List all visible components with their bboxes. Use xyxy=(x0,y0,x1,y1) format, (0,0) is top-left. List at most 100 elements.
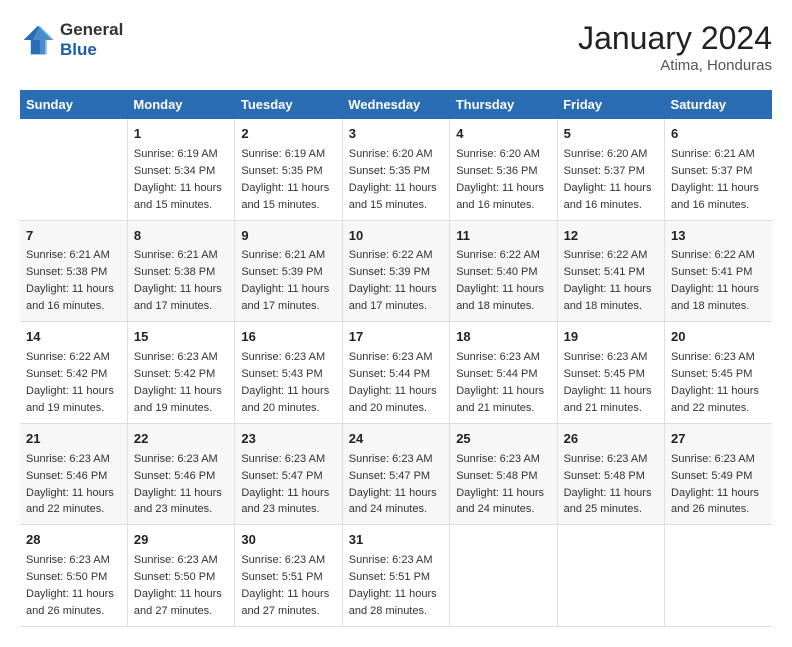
calendar-cell xyxy=(20,119,127,220)
day-number: 2 xyxy=(241,125,335,144)
cell-details: Sunrise: 6:23 AMSunset: 5:51 PMDaylight:… xyxy=(349,554,437,617)
month-year: January 2024 xyxy=(578,20,772,57)
cell-details: Sunrise: 6:21 AMSunset: 5:38 PMDaylight:… xyxy=(26,249,114,312)
calendar-cell: 31Sunrise: 6:23 AMSunset: 5:51 PMDayligh… xyxy=(342,525,449,627)
day-number: 10 xyxy=(349,227,443,246)
col-tuesday: Tuesday xyxy=(235,90,342,119)
calendar-body: 1 Sunrise: 6:19 AMSunset: 5:34 PMDaylight… xyxy=(20,119,772,626)
cell-details: Sunrise: 6:23 AMSunset: 5:50 PMDaylight:… xyxy=(26,554,114,617)
cell-details: Sunrise: 6:23 AMSunset: 5:50 PMDaylight:… xyxy=(134,554,222,617)
day-number: 14 xyxy=(26,328,121,347)
cell-details: Sunrise: 6:23 AMSunset: 5:42 PMDaylight:… xyxy=(134,351,222,414)
calendar-cell: 15Sunrise: 6:23 AMSunset: 5:42 PMDayligh… xyxy=(127,322,234,424)
cell-details: Sunrise: 6:20 AMSunset: 5:37 PMDaylight:… xyxy=(564,148,652,211)
calendar-header: Sunday Monday Tuesday Wednesday Thursday… xyxy=(20,90,772,119)
day-number: 1 xyxy=(134,125,228,144)
cell-details: Sunrise: 6:23 AMSunset: 5:46 PMDaylight:… xyxy=(134,453,222,516)
day-number: 26 xyxy=(564,430,658,449)
calendar-cell: 10 Sunrise: 6:22 AMSunset: 5:39 PMDayligh… xyxy=(342,220,449,322)
calendar-cell: 5 Sunrise: 6:20 AMSunset: 5:37 PMDaylight… xyxy=(557,119,664,220)
day-number: 4 xyxy=(456,125,550,144)
calendar-cell: 17 Sunrise: 6:23 AMSunset: 5:44 PMDayligh… xyxy=(342,322,449,424)
calendar-cell: 7 Sunrise: 6:21 AMSunset: 5:38 PMDaylight… xyxy=(20,220,127,322)
cell-details: Sunrise: 6:23 AMSunset: 5:47 PMDaylight:… xyxy=(241,453,329,516)
day-number: 28 xyxy=(26,531,121,550)
day-number: 6 xyxy=(671,125,766,144)
day-number: 30 xyxy=(241,531,335,550)
cell-details: Sunrise: 6:21 AMSunset: 5:38 PMDaylight:… xyxy=(134,249,222,312)
cell-details: Sunrise: 6:23 AMSunset: 5:49 PMDaylight:… xyxy=(671,453,759,516)
calendar-cell: 27Sunrise: 6:23 AMSunset: 5:49 PMDayligh… xyxy=(665,423,772,525)
col-monday: Monday xyxy=(127,90,234,119)
calendar-cell: 29 Sunrise: 6:23 AMSunset: 5:50 PMDayligh… xyxy=(127,525,234,627)
day-number: 17 xyxy=(349,328,443,347)
calendar-cell: 12Sunrise: 6:22 AMSunset: 5:41 PMDayligh… xyxy=(557,220,664,322)
day-number: 18 xyxy=(456,328,550,347)
cell-details: Sunrise: 6:22 AMSunset: 5:40 PMDaylight:… xyxy=(456,249,544,312)
day-number: 8 xyxy=(134,227,228,246)
day-number: 29 xyxy=(134,531,228,550)
calendar-row-5: 28 Sunrise: 6:23 AMSunset: 5:50 PMDayligh… xyxy=(20,525,772,627)
header-row: Sunday Monday Tuesday Wednesday Thursday… xyxy=(20,90,772,119)
cell-details: Sunrise: 6:23 AMSunset: 5:45 PMDaylight:… xyxy=(671,351,759,414)
cell-details: Sunrise: 6:23 AMSunset: 5:43 PMDaylight:… xyxy=(241,351,329,414)
calendar-cell: 23 Sunrise: 6:23 AMSunset: 5:47 PMDayligh… xyxy=(235,423,342,525)
calendar-cell: 13Sunrise: 6:22 AMSunset: 5:41 PMDayligh… xyxy=(665,220,772,322)
calendar-cell: 25Sunrise: 6:23 AMSunset: 5:48 PMDayligh… xyxy=(450,423,557,525)
calendar-cell: 20 Sunrise: 6:23 AMSunset: 5:45 PMDayligh… xyxy=(665,322,772,424)
day-number: 16 xyxy=(241,328,335,347)
calendar-cell: 3Sunrise: 6:20 AMSunset: 5:35 PMDaylight… xyxy=(342,119,449,220)
calendar-row-2: 7 Sunrise: 6:21 AMSunset: 5:38 PMDaylight… xyxy=(20,220,772,322)
calendar-cell xyxy=(665,525,772,627)
cell-details: Sunrise: 6:22 AMSunset: 5:41 PMDaylight:… xyxy=(671,249,759,312)
logo-text: General Blue xyxy=(60,20,123,59)
logo-blue: Blue xyxy=(60,40,97,59)
calendar-cell: 30Sunrise: 6:23 AMSunset: 5:51 PMDayligh… xyxy=(235,525,342,627)
col-sunday: Sunday xyxy=(20,90,127,119)
calendar-cell: 2 Sunrise: 6:19 AMSunset: 5:35 PMDaylight… xyxy=(235,119,342,220)
calendar-cell: 19 Sunrise: 6:23 AMSunset: 5:45 PMDayligh… xyxy=(557,322,664,424)
location: Atima, Honduras xyxy=(578,57,772,74)
col-saturday: Saturday xyxy=(665,90,772,119)
cell-details: Sunrise: 6:20 AMSunset: 5:36 PMDaylight:… xyxy=(456,148,544,211)
calendar-cell: 8 Sunrise: 6:21 AMSunset: 5:38 PMDaylight… xyxy=(127,220,234,322)
day-number: 21 xyxy=(26,430,121,449)
calendar-cell: 9Sunrise: 6:21 AMSunset: 5:39 PMDaylight… xyxy=(235,220,342,322)
day-number: 9 xyxy=(241,227,335,246)
day-number: 3 xyxy=(349,125,443,144)
cell-details: Sunrise: 6:23 AMSunset: 5:45 PMDaylight:… xyxy=(564,351,652,414)
calendar-cell: 18 Sunrise: 6:23 AMSunset: 5:44 PMDayligh… xyxy=(450,322,557,424)
day-number: 7 xyxy=(26,227,121,246)
day-number: 25 xyxy=(456,430,550,449)
calendar-cell: 4 Sunrise: 6:20 AMSunset: 5:36 PMDaylight… xyxy=(450,119,557,220)
calendar-cell: 6Sunrise: 6:21 AMSunset: 5:37 PMDaylight… xyxy=(665,119,772,220)
calendar-cell: 11Sunrise: 6:22 AMSunset: 5:40 PMDayligh… xyxy=(450,220,557,322)
day-number: 24 xyxy=(349,430,443,449)
logo-icon xyxy=(20,22,56,58)
cell-details: Sunrise: 6:23 AMSunset: 5:48 PMDaylight:… xyxy=(564,453,652,516)
day-number: 12 xyxy=(564,227,658,246)
day-number: 22 xyxy=(134,430,228,449)
day-number: 19 xyxy=(564,328,658,347)
calendar-cell: 26 Sunrise: 6:23 AMSunset: 5:48 PMDayligh… xyxy=(557,423,664,525)
cell-details: Sunrise: 6:23 AMSunset: 5:44 PMDaylight:… xyxy=(456,351,544,414)
calendar-cell: 28 Sunrise: 6:23 AMSunset: 5:50 PMDayligh… xyxy=(20,525,127,627)
cell-details: Sunrise: 6:23 AMSunset: 5:44 PMDaylight:… xyxy=(349,351,437,414)
calendar-row-4: 21 Sunrise: 6:23 AMSunset: 5:46 PMDayligh… xyxy=(20,423,772,525)
cell-details: Sunrise: 6:23 AMSunset: 5:46 PMDaylight:… xyxy=(26,453,114,516)
calendar-cell: 16 Sunrise: 6:23 AMSunset: 5:43 PMDayligh… xyxy=(235,322,342,424)
col-friday: Friday xyxy=(557,90,664,119)
logo: General Blue xyxy=(20,20,123,59)
day-number: 23 xyxy=(241,430,335,449)
cell-details: Sunrise: 6:19 AMSunset: 5:34 PMDaylight:… xyxy=(134,148,222,211)
page-header: General Blue January 2024 Atima, Hondura… xyxy=(20,20,772,74)
calendar-cell: 21 Sunrise: 6:23 AMSunset: 5:46 PMDayligh… xyxy=(20,423,127,525)
cell-details: Sunrise: 6:19 AMSunset: 5:35 PMDaylight:… xyxy=(241,148,329,211)
day-number: 20 xyxy=(671,328,766,347)
day-number: 5 xyxy=(564,125,658,144)
calendar-cell: 14 Sunrise: 6:22 AMSunset: 5:42 PMDayligh… xyxy=(20,322,127,424)
cell-details: Sunrise: 6:22 AMSunset: 5:39 PMDaylight:… xyxy=(349,249,437,312)
cell-details: Sunrise: 6:22 AMSunset: 5:42 PMDaylight:… xyxy=(26,351,114,414)
cell-details: Sunrise: 6:23 AMSunset: 5:47 PMDaylight:… xyxy=(349,453,437,516)
calendar-table: Sunday Monday Tuesday Wednesday Thursday… xyxy=(20,90,772,627)
